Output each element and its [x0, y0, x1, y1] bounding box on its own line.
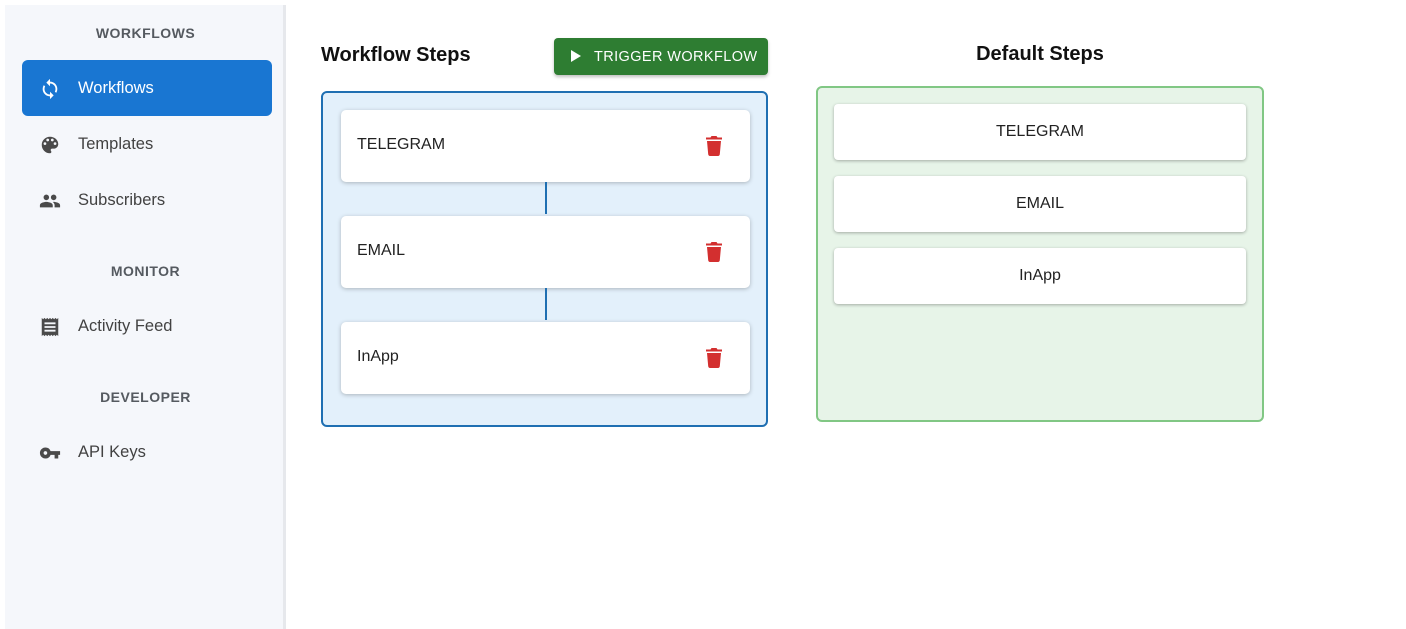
step-connector [545, 182, 547, 214]
workflow-step-card[interactable]: InApp [341, 322, 750, 394]
delete-icon[interactable] [706, 348, 722, 368]
delete-icon[interactable] [706, 242, 722, 262]
default-step-card[interactable]: TELEGRAM [834, 104, 1246, 160]
receipt-icon [39, 316, 61, 338]
sidebar-item-api-keys[interactable]: API Keys [22, 424, 272, 480]
default-step-card[interactable]: EMAIL [834, 176, 1246, 232]
workflow-step-card[interactable]: TELEGRAM [341, 110, 750, 182]
sidebar-item-label: Activity Feed [78, 316, 173, 335]
trigger-workflow-button[interactable]: TRIGGER WORKFLOW [554, 38, 768, 75]
sidebar-item-activity-feed[interactable]: Activity Feed [22, 298, 272, 354]
sidebar-item-label: Workflows [78, 78, 154, 97]
default-step-card[interactable]: InApp [834, 248, 1246, 304]
sidebar-item-templates[interactable]: Templates [22, 116, 272, 172]
trigger-workflow-label: TRIGGER WORKFLOW [594, 48, 758, 65]
sidebar-item-label: Subscribers [78, 190, 166, 209]
people-icon [39, 190, 61, 212]
default-steps-panel: TELEGRAM EMAIL InApp [816, 86, 1264, 422]
workflow-steps-panel: TELEGRAM EMAIL InApp [321, 91, 768, 427]
sidebar: WORKFLOWS Workflows Templates Subscriber… [5, 5, 286, 629]
palette-icon [39, 134, 61, 156]
section-title-developer: DEVELOPER [100, 389, 191, 405]
step-label: TELEGRAM [357, 136, 446, 153]
play-icon [571, 50, 581, 62]
step-label: InApp [357, 348, 399, 365]
section-title-monitor: MONITOR [110, 263, 181, 279]
step-connector [545, 288, 547, 320]
sidebar-item-label: Templates [78, 134, 154, 153]
workflow-step-card[interactable]: EMAIL [341, 216, 750, 288]
key-icon [39, 442, 61, 464]
default-steps-title: Default Steps [976, 43, 1104, 65]
sidebar-item-label: API Keys [78, 442, 146, 461]
sidebar-item-workflows[interactable]: Workflows [22, 60, 272, 116]
delete-icon[interactable] [706, 136, 722, 156]
section-title-workflows: WORKFLOWS [95, 25, 196, 41]
sync-icon [39, 78, 61, 100]
step-label: EMAIL [357, 242, 406, 259]
sidebar-item-subscribers[interactable]: Subscribers [22, 172, 272, 228]
workflow-steps-title: Workflow Steps [321, 44, 471, 66]
